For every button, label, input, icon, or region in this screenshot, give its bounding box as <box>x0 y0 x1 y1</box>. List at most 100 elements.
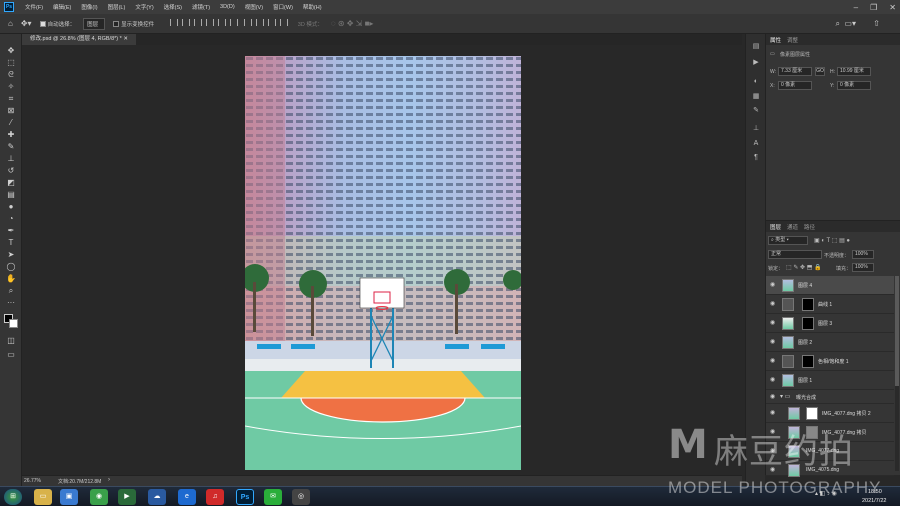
tab-channels[interactable]: 通道 <box>787 223 798 231</box>
menu-view[interactable]: 视图(V) <box>240 3 268 11</box>
width-field[interactable]: 7.33 厘米 <box>778 67 812 76</box>
align-hcenter-icon[interactable] <box>182 19 191 26</box>
layer-row[interactable]: ◉ IMG_4077.dng <box>766 442 894 461</box>
baidu-netdisk-icon[interactable]: ☁ <box>148 489 166 505</box>
visibility-eye-icon[interactable]: ◉ <box>770 338 775 345</box>
menu-window[interactable]: 窗口(W) <box>268 3 298 11</box>
character-panel-icon[interactable]: A <box>751 140 761 150</box>
camera-raw-icon[interactable]: ◎ <box>292 489 310 505</box>
link-dimensions-button[interactable]: GO <box>815 67 825 76</box>
blur-icon[interactable]: ● <box>5 202 17 212</box>
tab-layers[interactable]: 图层 <box>770 223 781 231</box>
layer-row[interactable]: ◉ 图层 3 <box>766 314 894 333</box>
height-field[interactable]: 10.99 厘米 <box>837 67 871 76</box>
more-options-icon[interactable] <box>279 19 288 26</box>
lasso-icon[interactable]: ᘓ <box>5 70 17 80</box>
menu-filter[interactable]: 滤镜(T) <box>187 3 215 11</box>
fill-field[interactable]: 100% <box>852 263 874 272</box>
adjust-panel-icon[interactable]: ◐ <box>751 78 761 88</box>
clone-source-icon[interactable]: ⊥ <box>751 124 761 134</box>
layer-kind-filter[interactable]: ⌕ 类型 ▾ <box>768 236 808 245</box>
play-action-icon[interactable]: ▶ <box>751 58 761 68</box>
hand-icon[interactable]: ✋ <box>5 274 17 284</box>
visibility-eye-icon[interactable]: ◉ <box>770 447 775 454</box>
auto-select-dropdown[interactable]: 图层 <box>83 17 106 30</box>
clock-time[interactable]: 18:50 <box>868 489 882 495</box>
ellipse-icon[interactable]: ◯ <box>5 262 17 272</box>
3d-rotate-icon[interactable]: ◌ ⊛ ✥ ⇲ ■▸ <box>331 19 374 28</box>
wechat-icon[interactable]: ✉ <box>264 489 282 505</box>
visibility-eye-icon[interactable]: ◉ <box>770 428 775 435</box>
screen-mode-icon[interactable]: ▭ <box>5 350 17 360</box>
layer-row[interactable]: ◉ IMG_4077.dng 拷贝 2 <box>766 404 894 423</box>
history-panel-icon[interactable]: ▤ <box>751 42 761 52</box>
background-color-swatch[interactable] <box>9 319 18 328</box>
layer-group-row[interactable]: ◉ ▾ ▭ 曝光合成 <box>766 390 894 404</box>
file-explorer-icon[interactable]: ▭ <box>34 489 52 505</box>
align-top-icon[interactable] <box>206 19 215 26</box>
align-vcenter-icon[interactable] <box>218 19 227 26</box>
distribute-3-icon[interactable] <box>267 19 276 26</box>
visibility-eye-icon[interactable]: ◉ <box>770 466 775 473</box>
menu-select[interactable]: 选择(S) <box>159 3 187 11</box>
zoom-icon[interactable]: ⌕ <box>5 286 17 296</box>
menu-image[interactable]: 图像(I) <box>76 3 102 11</box>
photoshop-taskbar-icon[interactable]: Ps <box>236 489 254 505</box>
text-icon[interactable]: T <box>5 238 17 248</box>
close-icon[interactable]: ✕ <box>889 3 896 12</box>
system-tray-icons[interactable]: ▴ ◧ ♪ ◉ <box>815 490 837 497</box>
layer-mask-thumbnail[interactable] <box>806 426 818 439</box>
y-field[interactable]: 0 像素 <box>837 81 871 90</box>
layer-mask-thumbnail[interactable] <box>802 298 814 311</box>
gradient-icon[interactable]: ▤ <box>5 190 17 200</box>
auto-select-checkbox[interactable]: 自动选择： <box>39 20 75 28</box>
menu-type[interactable]: 文字(Y) <box>130 3 158 11</box>
visibility-eye-icon[interactable]: ◉ <box>770 319 775 326</box>
layers-scrollbar[interactable] <box>895 276 899 471</box>
x-field[interactable]: 0 像素 <box>778 81 812 90</box>
document-image[interactable] <box>245 56 521 470</box>
visibility-eye-icon[interactable]: ◉ <box>770 409 775 416</box>
paragraph-panel-icon[interactable]: ¶ <box>751 154 761 164</box>
lock-icons[interactable]: ⬚ ✎ ✥ ⬒ 🔒 <box>786 264 822 271</box>
frame-icon[interactable]: ⊠ <box>5 106 17 116</box>
minimize-icon[interactable]: – <box>854 3 858 12</box>
search-icon[interactable]: ⌕ <box>836 19 840 29</box>
blend-mode-dropdown[interactable]: 正常 <box>768 250 822 259</box>
eyedropper-icon[interactable]: ⁄ <box>5 118 17 128</box>
align-left-icon[interactable] <box>170 19 179 26</box>
align-bottom-icon[interactable] <box>230 19 239 26</box>
move-icon[interactable]: ✥ <box>5 46 17 56</box>
layer-mask-thumbnail[interactable] <box>802 317 814 330</box>
align-right-icon[interactable] <box>194 19 203 26</box>
stamp-icon[interactable]: ⊥ <box>5 154 17 164</box>
visibility-eye-icon[interactable]: ◉ <box>770 300 775 307</box>
brush-settings-icon[interactable]: ✎ <box>751 106 761 116</box>
media-player-icon[interactable]: ▶ <box>118 489 136 505</box>
layer-row[interactable]: ◉ 图层 1 <box>766 371 894 390</box>
music-app-icon[interactable]: ♫ <box>206 489 224 505</box>
menu-file[interactable]: 文件(F) <box>20 3 48 11</box>
magic-wand-icon[interactable]: ✧ <box>5 82 17 92</box>
menu-edit[interactable]: 编辑(E) <box>48 3 76 11</box>
restore-icon[interactable]: ❐ <box>870 3 877 12</box>
path-select-icon[interactable]: ➤ <box>5 250 17 260</box>
menu-3d[interactable]: 3D(D) <box>215 4 240 10</box>
filter-icons[interactable]: ▣ ◐ T ⬚ ▤ ● <box>814 237 850 244</box>
layer-mask-thumbnail[interactable] <box>806 407 818 420</box>
layer-mask-thumbnail[interactable] <box>802 355 814 368</box>
zoom-level[interactable]: 26.77% <box>24 478 41 484</box>
canvas-area[interactable] <box>22 45 742 486</box>
libraries-icon[interactable]: ▦ <box>751 92 761 102</box>
opacity-field[interactable]: 100% <box>852 250 874 259</box>
home-icon[interactable]: ⌂ <box>8 19 13 28</box>
visibility-eye-icon[interactable]: ◉ <box>770 357 775 364</box>
layer-row[interactable]: ◉ 图层 4 <box>766 276 894 295</box>
brush-icon[interactable]: ✎ <box>5 142 17 152</box>
layer-row[interactable]: ◉ 曲线 1 <box>766 295 894 314</box>
marquee-icon[interactable]: ⬚ <box>5 58 17 68</box>
store-app-icon[interactable]: ▣ <box>60 489 78 505</box>
visibility-eye-icon[interactable]: ◉ <box>770 376 775 383</box>
share-icon[interactable]: ⇧ <box>873 19 880 28</box>
eraser-icon[interactable]: ◩ <box>5 178 17 188</box>
